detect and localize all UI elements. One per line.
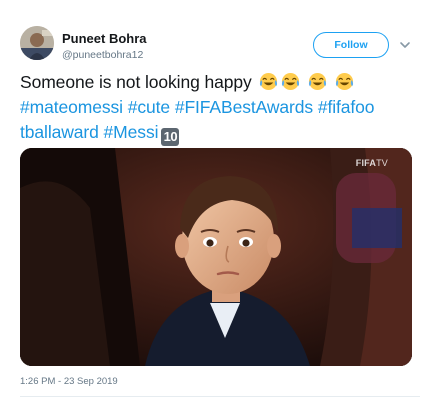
hashtag-link[interactable]: #cute <box>128 97 170 117</box>
face-with-tears-of-joy-icon <box>259 72 278 91</box>
tweet-text: Someone is not looking happy #mateomessi… <box>20 70 420 146</box>
hashtag-link[interactable]: #mateomessi <box>20 97 123 117</box>
hashtag-link[interactable]: tballaward <box>20 122 99 142</box>
avatar[interactable] <box>20 26 54 60</box>
hashtag-link[interactable]: #Messi <box>104 122 159 142</box>
face-with-tears-of-joy-icon <box>335 72 354 91</box>
fifa-tv-watermark: FIFATV <box>355 158 388 168</box>
hashtag-link[interactable]: #fifafoo <box>318 97 375 117</box>
tweet-card: Puneet Bohra @puneetbohra12 Follow Someo… <box>0 0 440 400</box>
user-handle[interactable]: @puneetbohra12 <box>62 49 143 61</box>
tweet-body-text: Someone is not looking happy <box>20 72 252 92</box>
tweet-timestamp[interactable]: 1:26 PM - 23 Sep 2019 <box>20 376 118 387</box>
tweet-media-video[interactable]: FIFATV <box>20 148 412 366</box>
follow-button[interactable]: Follow <box>313 32 389 58</box>
hashtag-link[interactable]: #FIFABestAwards <box>175 97 313 117</box>
divider <box>20 396 420 397</box>
display-name[interactable]: Puneet Bohra <box>62 31 147 46</box>
face-with-tears-of-joy-icon <box>308 72 327 91</box>
video-still <box>20 148 412 366</box>
chevron-down-icon[interactable] <box>398 38 412 52</box>
tweet-text-line-2: #mateomessi #cute #FIFABestAwards #fifaf… <box>20 95 420 120</box>
tweet-text-line-1: Someone is not looking happy <box>20 70 420 95</box>
keycap-ten-icon: 10 <box>161 128 180 146</box>
tweet-text-line-3: tballaward #Messi 10 <box>20 120 420 146</box>
face-with-tears-of-joy-icon <box>281 72 300 91</box>
